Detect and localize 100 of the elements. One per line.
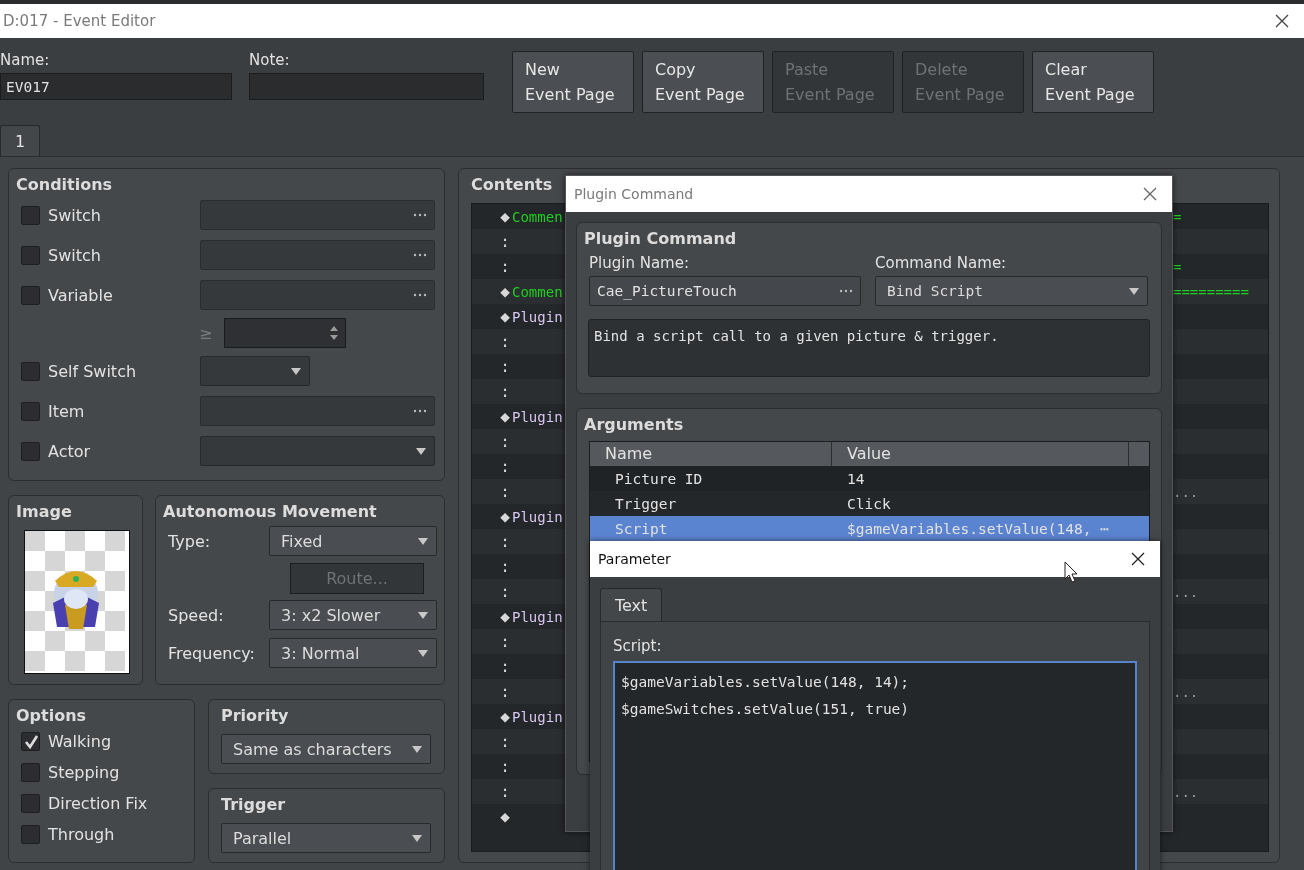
command-text: ... <box>1173 683 1199 700</box>
dropdown-arrow-icon <box>417 610 429 620</box>
list-marker: : <box>499 382 511 401</box>
table-cell-text: Trigger <box>614 495 678 512</box>
dropdown[interactable]: Parallel <box>221 823 431 853</box>
close-icon <box>1142 186 1158 202</box>
command-text: ... <box>1173 483 1199 500</box>
list-marker: : <box>499 457 511 476</box>
picker-field[interactable] <box>200 240 435 270</box>
command-text: = <box>1173 208 1182 225</box>
dots-icon <box>413 293 427 297</box>
dots-icon <box>839 289 853 293</box>
list-marker: : <box>499 682 511 701</box>
field-label: Note: <box>249 52 291 69</box>
page-tab[interactable]: 1 <box>0 125 41 156</box>
window-title: Parameter <box>598 551 671 567</box>
number-field[interactable] <box>224 318 347 348</box>
list-marker: : <box>499 782 511 801</box>
dropdown-arrow-icon <box>411 833 423 843</box>
window-title: Plugin Command <box>574 186 694 202</box>
list-marker: : <box>499 582 511 601</box>
picker-field[interactable] <box>200 396 435 426</box>
group-title: Arguments <box>584 415 684 435</box>
command-text: Plugin <box>512 708 563 725</box>
list-marker: ◆ <box>499 282 511 301</box>
table-row[interactable]: Picture ID 14 <box>590 466 1149 491</box>
list-marker: : <box>499 432 511 451</box>
field-label: Type: <box>168 531 211 551</box>
window-title: D:017 - Event Editor <box>3 12 156 30</box>
command-text: ... <box>1173 583 1199 600</box>
dropdown-arrow-icon <box>411 744 423 754</box>
tab[interactable]: Text <box>600 588 663 621</box>
group-title: Priority <box>221 706 289 726</box>
close-icon <box>1274 13 1290 29</box>
picker-field[interactable] <box>200 200 435 230</box>
table-cell-text: Click <box>846 495 892 512</box>
checkbox[interactable] <box>21 441 40 461</box>
checkbox[interactable] <box>21 205 40 225</box>
dropdown[interactable]: Fixed <box>269 526 437 556</box>
checkbox-label: Walking <box>48 732 112 751</box>
close-icon <box>1130 551 1146 567</box>
dropdown[interactable] <box>200 436 435 466</box>
list-marker: : <box>499 732 511 751</box>
note-field[interactable] <box>249 73 484 100</box>
checkbox[interactable] <box>21 401 40 421</box>
list-marker: : <box>499 257 511 276</box>
checkbox[interactable] <box>21 825 40 844</box>
checkbox[interactable] <box>21 763 40 782</box>
list-marker: ◆ <box>499 507 511 526</box>
page-button[interactable]: Copy Event Page <box>642 51 764 113</box>
table-row[interactable]: Trigger Click <box>590 491 1149 516</box>
list-marker: : <box>499 532 511 551</box>
table-cell-text: 14 <box>846 470 866 487</box>
checkbox[interactable] <box>21 794 40 813</box>
checkbox[interactable] <box>21 732 40 751</box>
list-marker: : <box>499 632 511 651</box>
picker-field[interactable]: Cae_PictureTouch <box>589 276 861 306</box>
command-text: Plugin <box>512 508 563 525</box>
page-button[interactable]: Clear Event Page <box>1032 51 1154 113</box>
dropdown[interactable]: 3: Normal <box>269 638 437 668</box>
list-marker: : <box>499 557 511 576</box>
group-title: Image <box>16 502 72 522</box>
dropdown-arrow-icon <box>290 366 302 376</box>
list-marker: : <box>499 757 511 776</box>
dropdown[interactable]: Same as characters <box>221 734 431 764</box>
list-marker: ◆ <box>499 207 511 226</box>
dots-icon <box>413 253 427 257</box>
field-label: Speed: <box>168 605 224 625</box>
group-title: Contents <box>471 175 553 195</box>
field-label: Plugin Name: <box>589 255 690 272</box>
checkbox[interactable] <box>21 245 40 265</box>
list-marker: ◆ <box>499 607 511 626</box>
field-label: Frequency: <box>168 643 255 663</box>
dropdown-arrow-icon <box>1128 286 1140 296</box>
dots-icon <box>413 213 427 217</box>
page-button[interactable]: New Event Page <box>512 51 634 113</box>
list-marker: ◆ <box>499 307 511 326</box>
dots-icon <box>413 409 427 413</box>
dropdown[interactable]: 3: x2 Slower <box>269 600 437 630</box>
name-field[interactable]: EV017 <box>0 73 232 100</box>
dropdown-arrow-icon <box>417 648 429 658</box>
dropdown[interactable]: Bind Script <box>875 276 1148 306</box>
dropdown[interactable] <box>200 356 310 386</box>
picker-field[interactable] <box>200 280 435 310</box>
checkbox-label: Self Switch <box>48 361 137 381</box>
checkbox[interactable] <box>21 361 40 381</box>
list-marker: : <box>499 232 511 251</box>
command-text: Commen <box>512 208 563 225</box>
field-label: Command Name: <box>875 255 1008 272</box>
check-icon <box>22 733 39 750</box>
checkbox-label: Direction Fix <box>48 794 148 813</box>
group-title: Trigger <box>221 795 286 815</box>
script-field[interactable]: $gameVariables.setValue(148, 14); $gameSwitches.setValue(151, true) <box>613 661 1137 870</box>
list-marker: : <box>499 332 511 351</box>
group-title: Conditions <box>16 175 113 195</box>
comparison-symbol: ≥ <box>199 323 213 343</box>
dropdown-arrow-icon <box>415 446 427 456</box>
checkbox[interactable] <box>21 285 40 305</box>
command-text: Plugin <box>512 308 563 325</box>
description-text: Bind a script call to a given picture & trigger. <box>588 319 1150 377</box>
